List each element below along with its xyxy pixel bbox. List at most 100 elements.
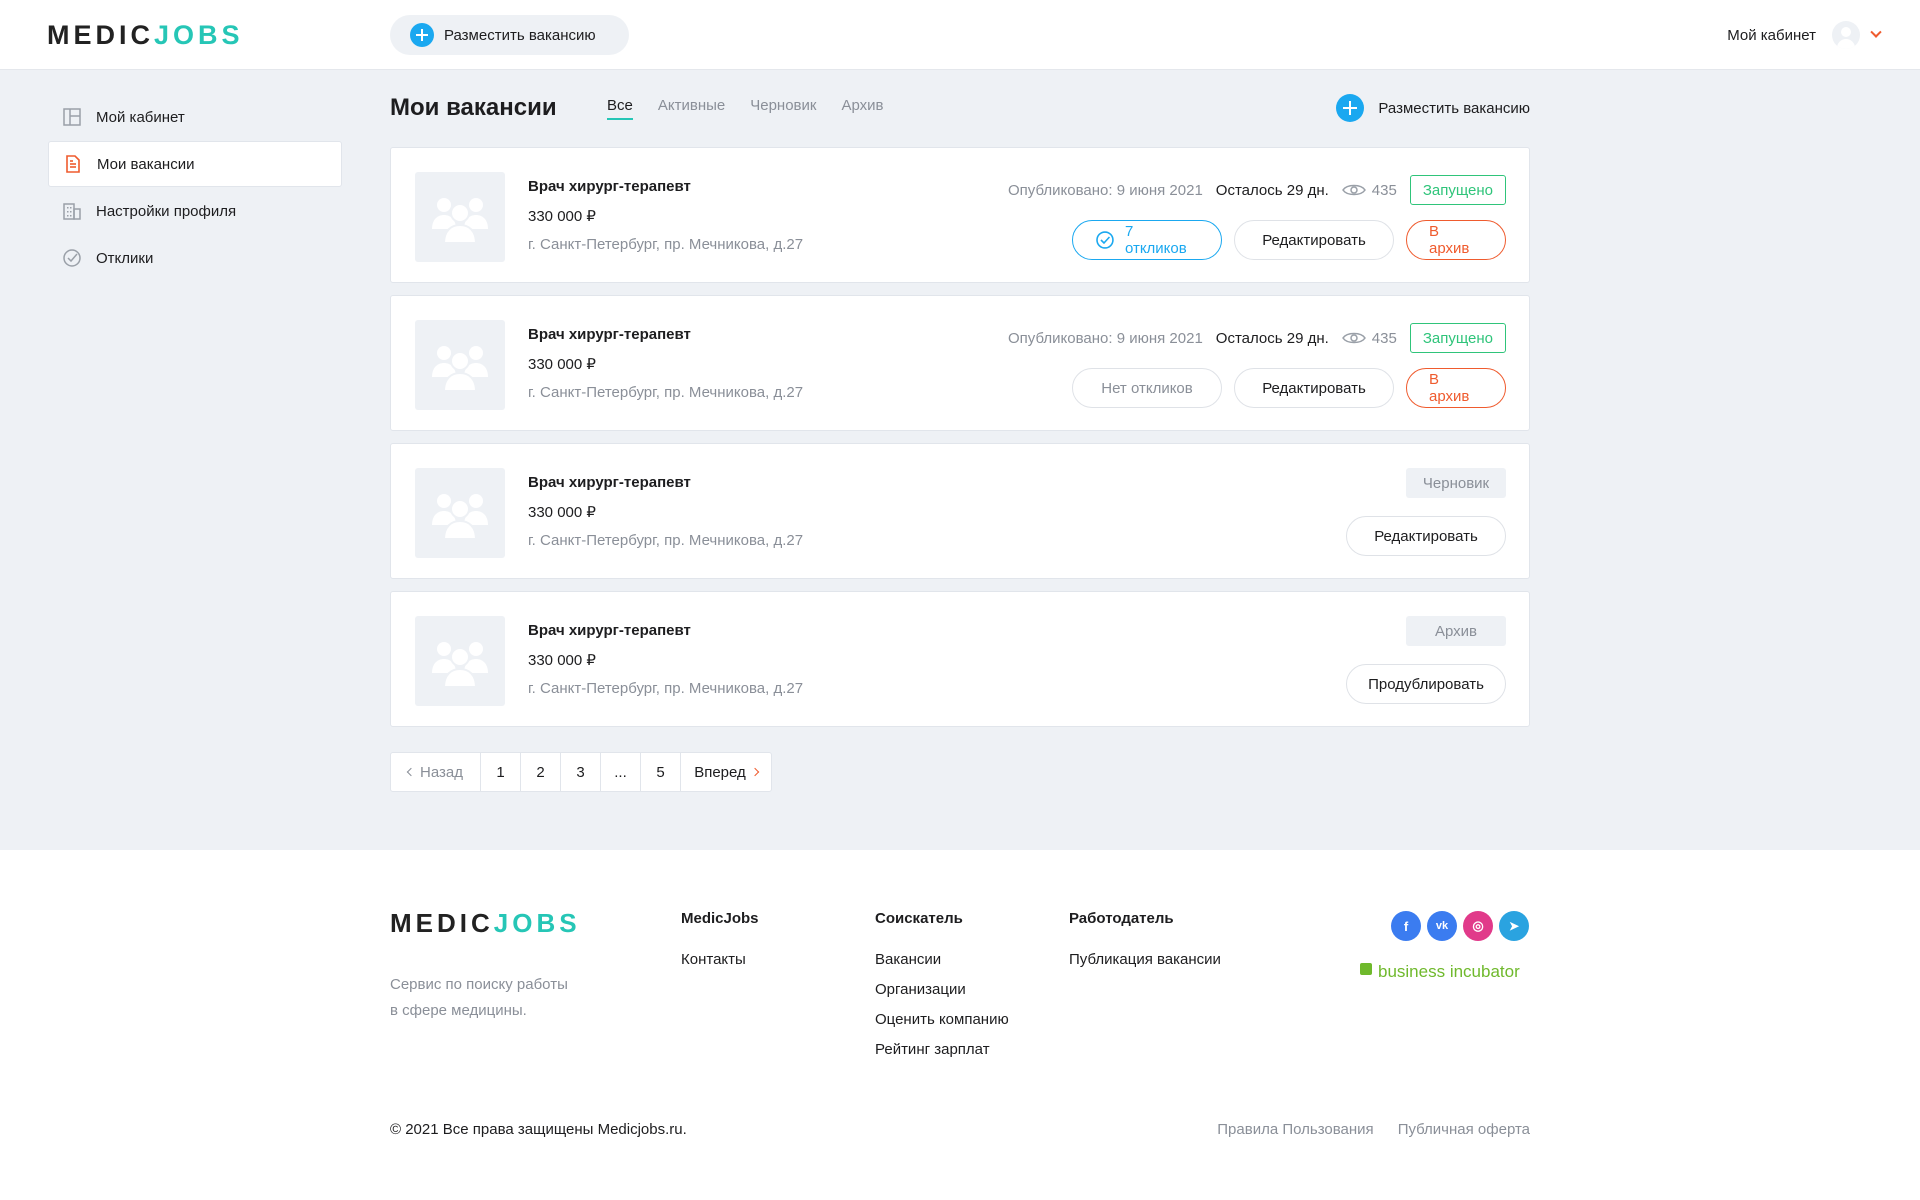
pagination-page[interactable]: 3	[561, 753, 601, 791]
status-tabs: Все Активные Черновик Архив	[607, 97, 908, 120]
view-count-value: 435	[1371, 181, 1397, 199]
footer-link-vacancies[interactable]: Вакансии	[875, 945, 1009, 975]
footer-link-offer[interactable]: Публичная оферта	[1398, 1121, 1530, 1138]
vacancy-actions: 7 откликов Редактировать В архив	[1060, 220, 1506, 260]
pagination-page[interactable]: 5	[641, 753, 681, 791]
status-badge: Архив	[1406, 616, 1506, 646]
page-title: Мои вакансии	[390, 94, 557, 121]
vacancy-card: Врач хирург-терапевт 330 000 ₽ г. Санкт-…	[390, 591, 1530, 727]
copyright: © 2021 Все права защищены Medicjobs.ru.	[390, 1121, 687, 1138]
footer-link-publish-vacancy[interactable]: Публикация вакансии	[1069, 945, 1221, 975]
footer-column-applicant: Соискатель Вакансии Организации Оценить …	[875, 910, 1009, 1065]
vacancy-title[interactable]: Врач хирург-терапевт	[528, 474, 691, 491]
pagination: Назад 1 2 3 ... 5 Вперед	[390, 752, 772, 792]
responses-button[interactable]: 7 откликов	[1072, 220, 1222, 260]
edit-button[interactable]: Редактировать	[1346, 516, 1506, 556]
days-remaining: Осталось 29 дн.	[1215, 181, 1329, 199]
pagination-ellipsis: ...	[601, 753, 641, 791]
footer-link-terms[interactable]: Правила Пользования	[1217, 1121, 1373, 1138]
plus-icon	[410, 23, 434, 47]
post-vacancy-button[interactable]: Разместить вакансию	[1336, 94, 1530, 122]
footer-logo[interactable]: MEDIC JOBS	[390, 908, 581, 939]
pagination-page[interactable]: 2	[521, 753, 561, 791]
responses-button[interactable]: Нет откликов	[1072, 368, 1222, 408]
edit-button[interactable]: Редактировать	[1234, 368, 1394, 408]
top-header: MEDIC JOBS Разместить вакансию Мой кабине…	[0, 0, 1920, 70]
footer-link-organizations[interactable]: Организации	[875, 975, 1009, 1005]
sidebar-item-cabinet[interactable]: Мой кабинет	[48, 94, 342, 140]
archive-button[interactable]: В архив	[1406, 368, 1506, 408]
vacancy-title[interactable]: Врач хирург-терапевт	[528, 622, 691, 639]
vacancy-card: Врач хирург-терапевт 330 000 ₽ г. Санкт-…	[390, 443, 1530, 579]
post-vacancy-header-label: Разместить вакансию	[444, 26, 596, 44]
page-head: Мои вакансии Все Активные Черновик Архив…	[390, 90, 1530, 130]
building-icon	[62, 201, 82, 221]
people-icon	[432, 346, 488, 392]
tab-all[interactable]: Все	[607, 97, 633, 120]
sidebar-item-my-vacancies[interactable]: Мои вакансии	[48, 141, 342, 187]
post-vacancy-header-button[interactable]: Разместить вакансию	[390, 15, 629, 55]
pagination-next[interactable]: Вперед	[681, 753, 771, 791]
account-menu[interactable]: Мой кабинет	[1727, 20, 1882, 50]
sidebar-item-profile-settings[interactable]: Настройки профиля	[48, 188, 342, 234]
vacancy-title[interactable]: Врач хирург-терапевт	[528, 326, 691, 343]
pagination-prev[interactable]: Назад	[391, 753, 481, 791]
view-count: 435	[1341, 181, 1397, 199]
chevron-down-icon	[1870, 26, 1882, 38]
footer-legal-links: Правила Пользования Публичная оферта	[1193, 1121, 1530, 1138]
vacancy-address: г. Санкт-Петербург, пр. Мечникова, д.27	[528, 236, 804, 253]
footer-link-salary-rating[interactable]: Рейтинг зарплат	[875, 1035, 1009, 1065]
tab-draft[interactable]: Черновик	[750, 97, 816, 120]
sidebar-item-label: Мои вакансии	[97, 155, 195, 173]
footer-link-contacts[interactable]: Контакты	[681, 945, 759, 975]
vk-icon[interactable]: vk	[1427, 911, 1457, 941]
eye-icon	[1341, 332, 1366, 344]
view-count: 435	[1341, 330, 1397, 347]
incubator-mark-icon	[1360, 963, 1374, 981]
post-vacancy-label: Разместить вакансию	[1378, 99, 1530, 117]
published-date: Опубликовано: 9 июня 2021	[1008, 329, 1203, 347]
footer-column-heading: Работодатель	[1069, 910, 1174, 927]
tab-archive[interactable]: Архив	[841, 97, 883, 120]
vacancy-title[interactable]: Врач хирург-терапевт	[528, 178, 691, 195]
people-icon	[432, 198, 488, 244]
pagination-page[interactable]: 1	[481, 753, 521, 791]
archive-button[interactable]: В архив	[1406, 220, 1506, 260]
vacancy-salary: 330 000 ₽	[528, 208, 596, 225]
vacancy-salary: 330 000 ₽	[528, 652, 596, 669]
duplicate-button[interactable]: Продублировать	[1346, 664, 1506, 704]
footer-column-employer: Работодатель Публикация вакансии	[1069, 910, 1221, 975]
people-icon	[432, 494, 488, 540]
vacancy-card: Врач хирург-терапевт 330 000 ₽ г. Санкт-…	[390, 295, 1530, 431]
vacancy-address: г. Санкт-Петербург, пр. Мечникова, д.27	[528, 680, 804, 697]
vacancy-actions: Продублировать	[1346, 664, 1506, 704]
vacancy-address: г. Санкт-Петербург, пр. Мечникова, д.27	[528, 384, 804, 401]
document-icon	[63, 154, 83, 174]
vacancy-actions: Нет откликов Редактировать В архив	[1060, 368, 1506, 408]
sidebar-item-responses[interactable]: Отклики	[48, 235, 342, 281]
people-icon	[432, 642, 488, 688]
account-menu-label: Мой кабинет	[1727, 26, 1816, 44]
tab-active[interactable]: Активные	[658, 97, 725, 120]
vacancy-thumbnail	[415, 172, 505, 262]
check-circle-icon	[1096, 231, 1114, 249]
vacancy-thumbnail	[415, 616, 505, 706]
site-logo[interactable]: MEDIC JOBS	[47, 20, 244, 51]
edit-button[interactable]: Редактировать	[1234, 220, 1394, 260]
sidebar-item-label: Отклики	[96, 249, 154, 267]
telegram-icon[interactable]: ➤	[1499, 911, 1529, 941]
dashboard-icon	[62, 107, 82, 127]
facebook-icon[interactable]: f	[1391, 911, 1421, 941]
footer-column-heading: MedicJobs	[681, 910, 759, 927]
instagram-icon[interactable]: ◎	[1463, 911, 1493, 941]
footer-column-heading: Соискатель	[875, 910, 963, 927]
chevron-left-icon	[406, 767, 416, 777]
vacancy-thumbnail	[415, 320, 505, 410]
published-date: Опубликовано: 9 июня 2021	[1008, 181, 1203, 199]
plus-icon	[1336, 94, 1365, 122]
footer-link-rate-company[interactable]: Оценить компанию	[875, 1005, 1009, 1035]
vacancy-thumbnail	[415, 468, 505, 558]
business-incubator-logo[interactable]: business incubator	[1360, 962, 1520, 982]
footer-tagline: Сервис по поиску работы в сфере медицины…	[390, 976, 568, 1019]
vacancy-meta: Опубликовано: 9 июня 2021 Осталось 29 дн…	[1008, 175, 1506, 205]
